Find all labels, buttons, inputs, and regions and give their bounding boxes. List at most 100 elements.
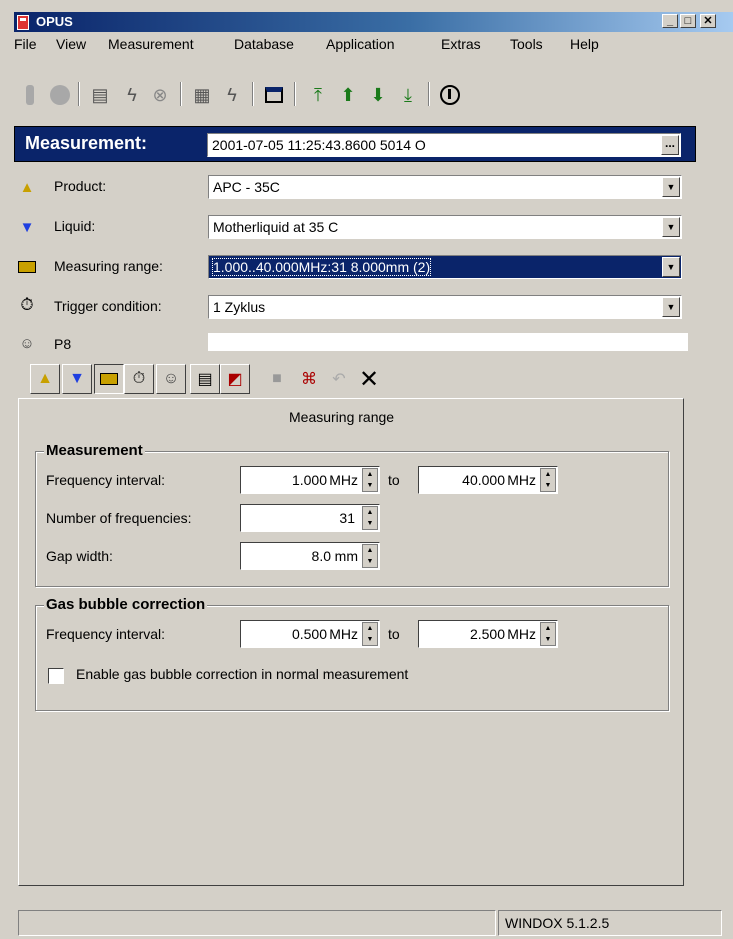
trigger-label: Trigger condition:	[54, 298, 162, 314]
spin-arrows-icon[interactable]: ▲ ▼	[540, 468, 556, 492]
measurement-label: Measurement:	[25, 133, 148, 153]
window-icon[interactable]	[262, 82, 286, 108]
tab-product-icon[interactable]: ▲	[30, 364, 60, 394]
edit-icon[interactable]: ▦	[190, 82, 214, 108]
p8-field[interactable]	[208, 333, 688, 351]
delete-icon[interactable]: ✕	[354, 364, 384, 394]
title-bar: OPUS _ □ ✕	[14, 12, 733, 32]
tab-user-icon[interactable]: ☺	[156, 364, 186, 394]
chevron-down-icon[interactable]: ▼	[662, 217, 680, 237]
p8-label: P8	[54, 336, 72, 352]
trigger-value: 1 Zyklus	[213, 299, 266, 315]
edit-batch-icon[interactable]: ϟ	[220, 82, 244, 108]
minimize-button[interactable]: _	[662, 14, 678, 28]
first-record-icon[interactable]: ⤒	[306, 82, 330, 108]
liquid-icon: ▼	[19, 218, 35, 236]
product-value: APC - 35C	[213, 179, 280, 195]
menu-file[interactable]: File	[14, 36, 37, 52]
product-label: Product:	[54, 178, 107, 194]
lightning-icon[interactable]: ϟ	[120, 82, 144, 108]
enable-gas-correction-checkbox[interactable]	[48, 668, 64, 684]
spin-arrows-icon[interactable]: ▲ ▼	[362, 468, 378, 492]
frequency-to-spinner[interactable]: 40.000 MHz ▲ ▼	[418, 466, 558, 494]
tab-liquid-icon[interactable]: ▼	[62, 364, 92, 394]
frequency-to-value: 40.000	[462, 472, 505, 488]
menu-view[interactable]: View	[56, 36, 86, 52]
window-title: OPUS	[36, 14, 73, 29]
measuring-range-select[interactable]: 1.000..40.000MHz:31 8.000mm (2) ▼	[208, 255, 682, 279]
version-status: WINDOX 5.1.2.5	[498, 910, 722, 936]
menu-help[interactable]: Help	[570, 36, 599, 52]
cancel-icon[interactable]: ⊗	[148, 82, 172, 108]
product-icon: ▲	[19, 178, 35, 196]
number-of-frequencies-label: Number of frequencies:	[46, 510, 192, 526]
enable-gas-correction-label[interactable]: Enable gas bubble correction in normal m…	[76, 666, 408, 682]
measurement-field[interactable]: 2001-07-05 11:25:43.8600 5014 O ...	[207, 133, 681, 157]
tab-measuring-range-icon[interactable]	[94, 364, 124, 394]
chevron-down-icon[interactable]: ▼	[662, 177, 680, 197]
liquid-select[interactable]: Motherliquid at 35 C ▼	[208, 215, 682, 239]
save-icon[interactable]: ■	[262, 364, 292, 394]
menu-database[interactable]: Database	[234, 36, 294, 52]
spin-arrows-icon[interactable]: ▲ ▼	[362, 544, 378, 568]
app-icon	[17, 15, 29, 30]
frequency-interval-label: Frequency interval:	[46, 472, 166, 488]
frequency-from-unit: MHz	[329, 472, 358, 488]
measurement-group: Measurement Frequency interval: 1.000 MH…	[35, 442, 669, 587]
product-select[interactable]: APC - 35C ▼	[208, 175, 682, 199]
menu-measurement[interactable]: Measurement	[108, 36, 194, 52]
tab-list-icon[interactable]: ▤	[190, 364, 220, 394]
record-icon[interactable]	[48, 82, 72, 108]
stop-icon[interactable]	[18, 82, 42, 108]
measuring-range-label: Measuring range:	[54, 258, 163, 274]
tab-trigger-icon[interactable]: ⏱	[124, 364, 154, 394]
browse-button[interactable]: ...	[661, 135, 679, 155]
menu-extras[interactable]: Extras	[441, 36, 481, 52]
ruler-icon	[18, 258, 36, 276]
gas-to-label: to	[388, 626, 400, 642]
menu-tools[interactable]: Tools	[510, 36, 543, 52]
frequency-from-spinner[interactable]: 1.000 MHz ▲ ▼	[240, 466, 380, 494]
frequency-from-value: 1.000	[291, 472, 327, 488]
gas-frequency-from-spinner[interactable]: 0.500 MHz ▲ ▼	[240, 620, 380, 648]
spin-arrows-icon[interactable]: ▲ ▼	[540, 622, 556, 646]
measurement-value: 2001-07-05 11:25:43.8600 5014 O	[212, 137, 426, 153]
tab-chart-icon[interactable]: ◩	[220, 364, 250, 394]
gas-frequency-to-unit: MHz	[507, 626, 536, 642]
gap-width-value: 8.0	[311, 548, 331, 564]
gas-frequency-from-unit: MHz	[329, 626, 358, 642]
stopwatch-icon: ⏱	[20, 295, 34, 314]
chevron-down-icon[interactable]: ▼	[662, 257, 680, 277]
chevron-down-icon[interactable]: ▼	[662, 297, 680, 317]
undo-icon[interactable]: ↶	[324, 364, 354, 394]
close-button[interactable]: ✕	[700, 14, 716, 28]
to-label: to	[388, 472, 400, 488]
spin-arrows-icon[interactable]: ▲ ▼	[362, 622, 378, 646]
gas-frequency-to-value: 2.500	[469, 626, 505, 642]
bug-icon[interactable]: ⌘	[294, 364, 324, 394]
spin-arrows-icon[interactable]: ▲ ▼	[362, 506, 378, 530]
gap-width-label: Gap width:	[46, 548, 113, 564]
toolbar: ▤ ϟ ⊗ ▦ ϟ ⤒ ⬆ ⬇ ⤓	[14, 56, 733, 126]
measuring-range-panel: Measuring range Measurement Frequency in…	[18, 398, 684, 886]
gas-frequency-from-value: 0.500	[291, 626, 327, 642]
status-message	[18, 910, 496, 936]
trigger-select[interactable]: 1 Zyklus ▼	[208, 295, 682, 319]
number-of-frequencies-value: 31	[339, 510, 355, 526]
liquid-label: Liquid:	[54, 218, 96, 234]
gap-width-spinner[interactable]: 8.0 mm ▲ ▼	[240, 542, 380, 570]
measurement-group-title: Measurement	[44, 442, 145, 459]
last-record-icon[interactable]: ⤓	[396, 82, 420, 108]
measuring-range-value: 1.000..40.000MHz:31 8.000mm (2)	[211, 258, 432, 276]
open-file-icon[interactable]: ▤	[88, 82, 112, 108]
menu-application[interactable]: Application	[326, 36, 395, 52]
previous-record-icon[interactable]: ⬆	[336, 82, 360, 108]
gas-frequency-to-spinner[interactable]: 2.500 MHz ▲ ▼	[418, 620, 558, 648]
status-bar: WINDOX 5.1.2.5	[18, 910, 733, 936]
maximize-button[interactable]: □	[680, 14, 696, 28]
panel-title: Measuring range	[289, 409, 395, 425]
liquid-value: Motherliquid at 35 C	[213, 219, 339, 235]
power-icon[interactable]	[438, 82, 462, 108]
next-record-icon[interactable]: ⬇	[366, 82, 390, 108]
number-of-frequencies-spinner[interactable]: 31 ▲ ▼	[240, 504, 380, 532]
